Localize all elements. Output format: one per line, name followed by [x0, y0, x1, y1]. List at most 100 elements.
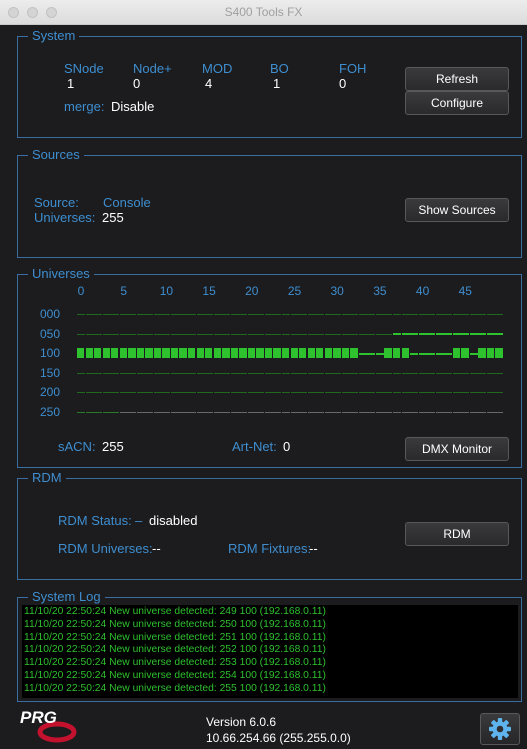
universes-group-title: Universes: [28, 266, 94, 282]
universe-active-cell: [324, 348, 332, 359]
universe-cell: [452, 333, 461, 336]
universe-cell: [77, 372, 86, 374]
universe-cell: [119, 314, 128, 315]
universe-cell: [324, 333, 333, 335]
universe-cell: [367, 412, 376, 413]
col-tick: 0: [77, 284, 85, 298]
source-universes-value: 255: [102, 210, 124, 225]
universe-cell: [222, 392, 231, 394]
universe-cell: [324, 392, 333, 394]
col-tick: 40: [415, 284, 430, 298]
universe-cell: [128, 372, 137, 374]
universe-cell: [452, 392, 461, 394]
refresh-button[interactable]: Refresh: [405, 67, 509, 91]
universe-cell: [392, 333, 401, 336]
universe-cell: [162, 392, 171, 394]
universe-cell: [170, 392, 179, 394]
universe-cell: [427, 333, 436, 336]
row-label: 100: [40, 346, 61, 361]
universe-cell: [290, 392, 299, 394]
source-value: Console: [103, 195, 151, 210]
col-tick: 5: [120, 284, 128, 298]
universe-cell: [427, 372, 436, 374]
universe-cell: [486, 392, 495, 394]
system-log[interactable]: 11/10/20 22:50:24 New universe detected:…: [22, 605, 518, 698]
universe-cell: [196, 333, 205, 335]
universe-cell: [435, 333, 444, 336]
universe-active-cell: [299, 348, 307, 359]
universe-cell: [256, 314, 265, 315]
universe-active-cell: [452, 348, 461, 359]
universe-cell: [239, 372, 248, 374]
universe-cell: [119, 392, 128, 394]
universe-cell: [290, 314, 299, 315]
universe-cell: [486, 372, 495, 374]
universe-cell: [392, 412, 401, 413]
universe-cell: [418, 352, 427, 355]
universe-cell: [213, 412, 222, 413]
universe-cell: [367, 333, 376, 335]
log-line: 11/10/20 22:50:24 New universe detected:…: [24, 606, 326, 617]
universe-active-cell: [384, 348, 392, 359]
universe-cell: [239, 412, 248, 413]
universe-cell: [273, 314, 282, 315]
dmx-monitor-button[interactable]: DMX Monitor: [405, 437, 509, 461]
stat-foh-value: 0: [339, 76, 347, 91]
stat-snode-label: SNode: [64, 61, 104, 76]
universe-cell: [427, 352, 436, 355]
universe-cell: [102, 333, 111, 335]
universe-active-cell: [179, 348, 187, 359]
universe-cell: [153, 392, 162, 394]
universe-cell: [384, 333, 393, 335]
universe-cell: [350, 412, 359, 413]
universe-cell: [102, 314, 111, 315]
universe-active-cell: [239, 348, 247, 359]
universe-cell: [136, 372, 145, 374]
universe-cell: [358, 372, 367, 374]
universe-cell: [341, 392, 350, 394]
universe-cell: [299, 412, 308, 413]
universe-cell: [145, 314, 154, 315]
universe-cell: [333, 412, 342, 413]
universe-cell: [444, 412, 453, 413]
universe-cell: [316, 372, 325, 374]
universe-cell: [188, 314, 197, 315]
universe-cell: [111, 412, 120, 413]
system-log-title: System Log: [28, 589, 105, 605]
universe-cell: [316, 314, 325, 315]
universe-cell: [153, 314, 162, 315]
universe-cell: [273, 392, 282, 394]
universe-cell: [273, 333, 282, 335]
settings-button[interactable]: [480, 713, 520, 745]
universe-cell: [461, 412, 470, 413]
universe-active-cell: [486, 348, 495, 359]
version-text: Version 6.0.6: [206, 715, 277, 729]
universe-cell: [145, 412, 154, 413]
universe-cell: [401, 314, 410, 315]
universe-cell: [367, 352, 376, 355]
universe-cell: [264, 314, 273, 315]
universe-cell: [299, 333, 308, 335]
universe-cell: [418, 392, 427, 394]
universe-cell: [94, 314, 103, 315]
universe-active-cell: [170, 348, 179, 359]
universe-cell: [170, 314, 179, 315]
gear-icon: [489, 718, 511, 740]
col-tick: 15: [202, 284, 216, 298]
universe-cell: [102, 412, 111, 413]
universe-cell: [341, 314, 350, 315]
universe-active-cell: [290, 348, 298, 359]
source-label: Source:: [34, 195, 79, 210]
universe-active-cell: [188, 348, 196, 359]
universe-active-cell: [264, 348, 273, 359]
configure-button[interactable]: Configure: [405, 91, 509, 115]
universe-cell: [307, 372, 316, 374]
universe-cell: [196, 314, 205, 315]
universe-cell: [153, 333, 162, 335]
show-sources-button[interactable]: Show Sources: [405, 198, 509, 222]
universe-cell: [384, 392, 393, 394]
artnet-label: Art-Net:: [232, 439, 277, 454]
stat-foh-label: FOH: [339, 61, 367, 76]
rdm-button[interactable]: RDM: [405, 522, 509, 546]
col-tick: 20: [245, 284, 259, 298]
